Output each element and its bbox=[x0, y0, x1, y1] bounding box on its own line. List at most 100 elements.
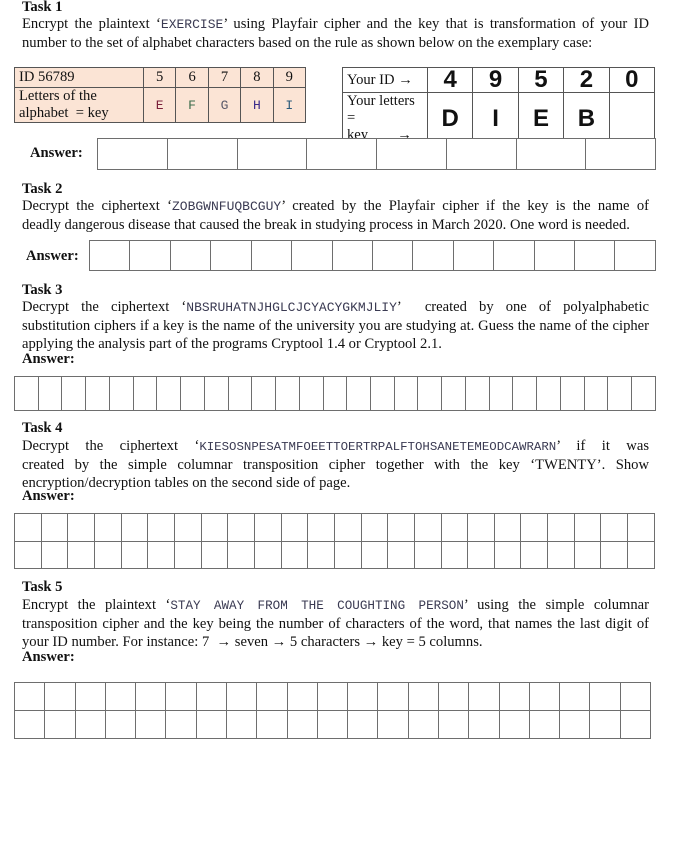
your-id-digit[interactable]: 4 bbox=[426, 67, 474, 93]
answer-cell[interactable] bbox=[512, 376, 538, 411]
answer-cell[interactable] bbox=[227, 540, 255, 569]
answer-cell[interactable] bbox=[407, 682, 439, 711]
answer-cell[interactable] bbox=[440, 513, 469, 542]
answer-cell[interactable] bbox=[135, 682, 167, 711]
answer-cell[interactable] bbox=[347, 682, 379, 711]
answer-cell[interactable] bbox=[488, 376, 514, 411]
answer-cell[interactable] bbox=[387, 513, 415, 542]
answer-cell[interactable] bbox=[306, 138, 377, 170]
answer-cell[interactable] bbox=[14, 540, 42, 569]
answer-cell[interactable] bbox=[236, 138, 308, 170]
answer-cell[interactable] bbox=[67, 513, 95, 542]
answer-cell[interactable] bbox=[316, 682, 349, 711]
answer-cell[interactable] bbox=[574, 240, 616, 271]
answer-cell[interactable] bbox=[104, 710, 137, 739]
answer-cell[interactable] bbox=[536, 376, 561, 411]
answer-cell[interactable] bbox=[291, 240, 333, 271]
answer-cell[interactable] bbox=[589, 682, 621, 711]
answer-cell[interactable] bbox=[559, 682, 591, 711]
answer-cell[interactable] bbox=[464, 376, 490, 411]
answer-cell[interactable] bbox=[44, 682, 76, 711]
answer-cell[interactable] bbox=[40, 513, 69, 542]
answer-cell[interactable] bbox=[97, 138, 168, 170]
answer-cell[interactable] bbox=[600, 540, 629, 569]
your-id-digit[interactable]: 2 bbox=[563, 67, 610, 93]
your-letter[interactable]: D bbox=[426, 92, 474, 145]
answer-cell[interactable] bbox=[413, 513, 442, 542]
answer-cell[interactable] bbox=[370, 376, 395, 411]
answer-cell[interactable] bbox=[333, 540, 362, 569]
answer-cell[interactable] bbox=[377, 682, 409, 711]
answer-cell[interactable] bbox=[85, 376, 110, 411]
answer-cell[interactable] bbox=[74, 682, 106, 711]
answer-cell[interactable] bbox=[467, 540, 495, 569]
answer-cell[interactable] bbox=[67, 540, 95, 569]
your-letter[interactable]: I bbox=[472, 92, 519, 145]
answer-cell[interactable] bbox=[251, 376, 277, 411]
your-letter[interactable] bbox=[608, 92, 656, 145]
answer-cell[interactable] bbox=[493, 240, 535, 271]
answer-cell[interactable] bbox=[298, 376, 324, 411]
your-letter[interactable]: B bbox=[563, 92, 610, 145]
answer-cell[interactable] bbox=[93, 513, 122, 542]
answer-cell[interactable] bbox=[627, 513, 655, 542]
answer-cell[interactable] bbox=[165, 710, 197, 739]
answer-cell[interactable] bbox=[307, 540, 335, 569]
answer-cell[interactable] bbox=[166, 138, 238, 170]
answer-cell[interactable] bbox=[547, 540, 575, 569]
answer-cell[interactable] bbox=[467, 513, 495, 542]
answer-cell[interactable] bbox=[200, 513, 229, 542]
answer-cell[interactable] bbox=[225, 710, 258, 739]
answer-cell[interactable] bbox=[441, 376, 466, 411]
answer-cell[interactable] bbox=[225, 682, 258, 711]
answer-cell[interactable] bbox=[493, 513, 522, 542]
answer-cell[interactable] bbox=[44, 710, 76, 739]
answer-cell[interactable] bbox=[120, 540, 149, 569]
answer-cell[interactable] bbox=[387, 540, 415, 569]
answer-cell[interactable] bbox=[147, 513, 175, 542]
answer-cell[interactable] bbox=[132, 376, 158, 411]
answer-cell[interactable] bbox=[376, 138, 447, 170]
answer-cell[interactable] bbox=[619, 682, 652, 711]
your-id-digit[interactable]: 0 bbox=[608, 67, 656, 93]
answer-cell[interactable] bbox=[40, 540, 69, 569]
answer-cell[interactable] bbox=[331, 240, 373, 271]
answer-cell[interactable] bbox=[280, 513, 309, 542]
answer-cell[interactable] bbox=[88, 240, 131, 271]
answer-cell[interactable] bbox=[180, 376, 205, 411]
answer-cell[interactable] bbox=[528, 710, 561, 739]
answer-cell[interactable] bbox=[346, 376, 372, 411]
answer-cell[interactable] bbox=[322, 376, 348, 411]
answer-cell[interactable] bbox=[61, 376, 87, 411]
answer-cell[interactable] bbox=[256, 710, 288, 739]
answer-cell[interactable] bbox=[227, 513, 255, 542]
answer-cell[interactable] bbox=[129, 240, 171, 271]
answer-cell[interactable] bbox=[417, 376, 443, 411]
answer-cell[interactable] bbox=[498, 682, 530, 711]
answer-cell[interactable] bbox=[407, 710, 439, 739]
answer-cell[interactable] bbox=[275, 376, 300, 411]
answer-cell[interactable] bbox=[515, 138, 587, 170]
answer-cell[interactable] bbox=[169, 240, 212, 271]
answer-cell[interactable] bbox=[135, 710, 167, 739]
answer-cell[interactable] bbox=[412, 240, 454, 271]
answer-cell[interactable] bbox=[14, 376, 39, 411]
answer-cell[interactable] bbox=[195, 710, 227, 739]
answer-cell[interactable] bbox=[203, 376, 229, 411]
answer-cell[interactable] bbox=[468, 710, 500, 739]
answer-cell[interactable] bbox=[583, 376, 609, 411]
answer-cell[interactable] bbox=[377, 710, 409, 739]
answer-cell[interactable] bbox=[559, 376, 585, 411]
answer-cell[interactable] bbox=[156, 376, 182, 411]
answer-cell[interactable] bbox=[200, 540, 229, 569]
answer-cell[interactable] bbox=[468, 682, 500, 711]
answer-cell[interactable] bbox=[627, 540, 655, 569]
answer-cell[interactable] bbox=[614, 240, 656, 271]
answer-cell[interactable] bbox=[250, 240, 293, 271]
answer-cell[interactable] bbox=[520, 513, 549, 542]
answer-cell[interactable] bbox=[528, 682, 561, 711]
answer-cell[interactable] bbox=[333, 513, 362, 542]
answer-cell[interactable] bbox=[600, 513, 629, 542]
answer-cell[interactable] bbox=[93, 540, 122, 569]
answer-cell[interactable] bbox=[440, 540, 469, 569]
